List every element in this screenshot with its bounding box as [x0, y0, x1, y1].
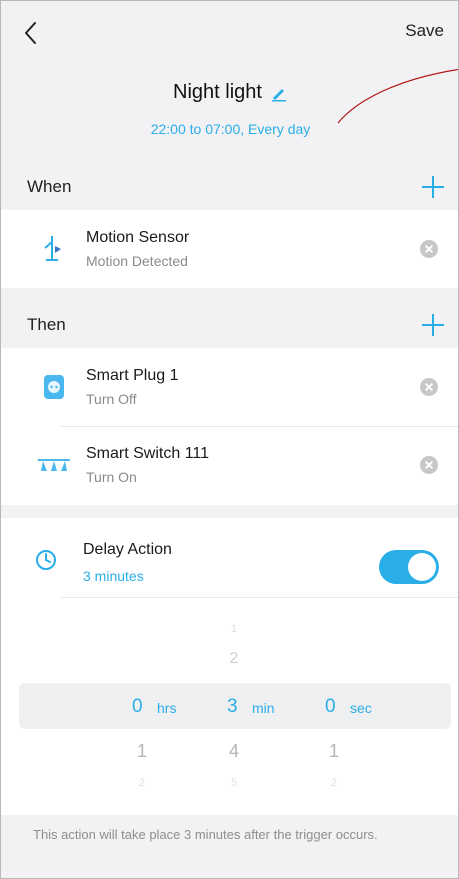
then-label: Then: [27, 315, 66, 334]
add-action-plus-icon[interactable]: [422, 314, 444, 336]
hours-unit-label: hrs: [157, 700, 177, 716]
action-text: Smart Plug 1 Turn Off: [86, 367, 178, 407]
app-screen: Save Night light 22:00 to 07:00, Every d…: [0, 0, 459, 879]
delay-action-toggle[interactable]: [379, 550, 439, 584]
when-label: When: [27, 177, 72, 196]
smart-switch-icon: [34, 445, 74, 485]
when-section-header: When: [1, 164, 458, 210]
picker-option[interactable]: 5: [214, 777, 254, 789]
picker-option[interactable]: 1: [314, 741, 354, 762]
picker-option[interactable]: 1: [214, 623, 254, 635]
delay-divider: [61, 597, 458, 598]
delay-action-title: Delay Action: [83, 541, 172, 558]
minutes-unit-label: min: [252, 700, 275, 716]
action-row[interactable]: Smart Plug 1 Turn Off: [1, 348, 458, 426]
action-device-state: Turn Off: [86, 391, 137, 407]
remove-action-icon[interactable]: [420, 456, 438, 474]
then-card: Smart Plug 1 Turn Off Smart Switch 111 T…: [1, 348, 458, 505]
chevron-left-icon: [25, 22, 36, 44]
clock-icon: [36, 550, 56, 570]
remove-trigger-icon[interactable]: [420, 240, 438, 258]
trigger-text: Motion Sensor Motion Detected: [86, 229, 189, 269]
delay-action-card: Delay Action 3 minutes 0 hrs 1 2 1 2 3 m…: [1, 518, 458, 815]
add-trigger-plus-icon[interactable]: [422, 176, 444, 198]
picker-option[interactable]: 1: [122, 741, 162, 762]
back-button[interactable]: [23, 13, 53, 53]
action-row[interactable]: Smart Switch 111 Turn On: [1, 426, 458, 504]
picker-option[interactable]: 2: [214, 650, 254, 668]
seconds-selected-value[interactable]: 0: [325, 696, 336, 718]
hours-selected-value[interactable]: 0: [132, 696, 143, 718]
then-section-header: Then: [1, 302, 458, 348]
seconds-unit-label: sec: [350, 700, 372, 716]
picker-option[interactable]: 2: [122, 777, 162, 789]
picker-option[interactable]: 2: [314, 777, 354, 789]
title-row[interactable]: Night light: [173, 81, 288, 104]
title-area: Night light: [1, 81, 458, 104]
action-device-name: Smart Switch 111: [86, 445, 210, 462]
action-device-state: Turn On: [86, 469, 137, 485]
header: Save Night light 22:00 to 07:00, Every d…: [1, 1, 458, 171]
remove-action-icon[interactable]: [420, 378, 438, 396]
action-text: Smart Switch 111 Turn On: [86, 445, 209, 485]
trigger-row[interactable]: Motion Sensor Motion Detected: [1, 210, 458, 288]
smart-plug-icon: [34, 367, 74, 407]
page-title: Night light: [173, 81, 262, 103]
trigger-device-state: Motion Detected: [86, 253, 188, 269]
schedule-text[interactable]: 22:00 to 07:00, Every day: [1, 121, 458, 137]
when-card: Motion Sensor Motion Detected: [1, 210, 458, 288]
action-device-name: Smart Plug 1: [86, 367, 179, 384]
minutes-selected-value[interactable]: 3: [227, 696, 238, 718]
save-button[interactable]: Save: [405, 21, 444, 41]
delay-explanation-text: This action will take place 3 minutes af…: [33, 827, 378, 842]
delay-action-value: 3 minutes: [83, 568, 144, 584]
toggle-knob: [408, 553, 436, 581]
edit-pencil-icon[interactable]: [270, 84, 288, 102]
motion-sensor-icon: [34, 229, 74, 269]
picker-option[interactable]: 4: [214, 741, 254, 762]
trigger-device-name: Motion Sensor: [86, 229, 190, 246]
